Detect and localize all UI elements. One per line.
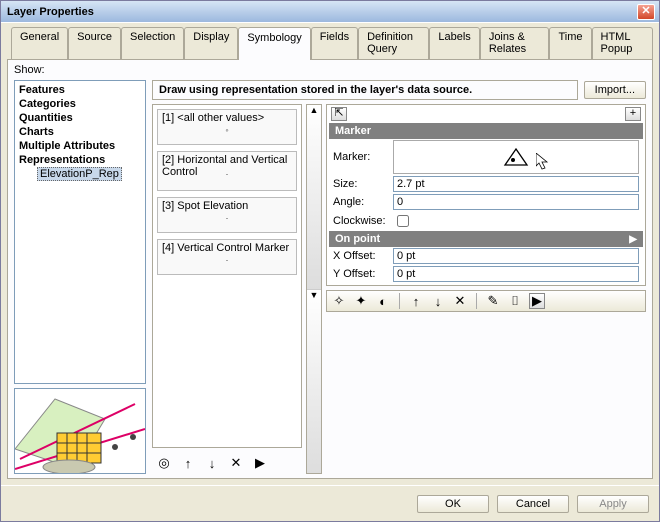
move-up-icon[interactable]: ↑ <box>180 455 196 471</box>
tree-node-categories[interactable]: Categories <box>19 97 141 111</box>
rule-symbol-icon: ◦ <box>225 125 228 135</box>
marker-triangle-icon <box>501 145 531 169</box>
size-label: Size: <box>333 178 391 190</box>
show-label: Show: <box>14 64 646 76</box>
rule-item[interactable]: [4] Vertical Control Marker · <box>157 239 297 275</box>
tree-node-multiple-attributes[interactable]: Multiple Attributes <box>19 139 141 153</box>
play-icon[interactable]: ▶ <box>252 455 268 471</box>
tree-node-charts[interactable]: Charts <box>19 125 141 139</box>
marker-row: Marker: <box>329 139 643 175</box>
onpoint-section-header[interactable]: On point ▶ <box>329 231 643 247</box>
delete-icon[interactable]: ✕ <box>228 455 244 471</box>
rule-item[interactable]: [2] Horizontal and Vertical Control · <box>157 151 297 191</box>
rule-label: [4] Vertical Control Marker <box>162 242 289 254</box>
rule-symbol-icon: · <box>226 213 229 223</box>
rule-list[interactable]: [1] <all other values> ◦ [2] Horizontal … <box>152 104 302 448</box>
x-offset-label: X Offset: <box>333 250 391 262</box>
rule-toolbar: ◎ ↑ ↓ ✕ ▶ <box>152 452 302 474</box>
tab-labels[interactable]: Labels <box>429 27 479 59</box>
rule-label: [1] <all other values> <box>162 112 264 124</box>
tab-selection[interactable]: Selection <box>121 27 184 59</box>
size-input[interactable] <box>393 176 639 192</box>
scroll-up-icon[interactable]: ▲ <box>307 105 321 290</box>
delete-icon[interactable]: ✕ <box>452 293 468 309</box>
y-offset-input[interactable] <box>393 266 639 282</box>
apply-button[interactable]: Apply <box>577 495 649 513</box>
pin-icon[interactable]: ⇱ <box>331 107 347 121</box>
tab-fields[interactable]: Fields <box>311 27 358 59</box>
clockwise-checkbox[interactable] <box>397 215 409 227</box>
description-text: Draw using representation stored in the … <box>152 80 578 100</box>
marker-preview[interactable] <box>393 140 639 174</box>
scroll-down-icon[interactable]: ▼ <box>307 290 321 474</box>
tab-definition-query[interactable]: Definition Query <box>358 27 429 59</box>
cancel-button[interactable]: Cancel <box>497 495 569 513</box>
marker-section-header[interactable]: Marker <box>329 123 643 139</box>
rule-label: [3] Spot Elevation <box>162 200 248 212</box>
move-down-icon[interactable]: ↓ <box>204 455 220 471</box>
add-stroke-icon[interactable]: ✦ <box>353 293 369 309</box>
tab-html-popup[interactable]: HTML Popup <box>592 27 654 59</box>
rule-item[interactable]: [3] Spot Elevation · <box>157 197 297 233</box>
dialog-footer: OK Cancel Apply <box>1 485 659 521</box>
rule-scroll[interactable]: ▲ ▼ <box>306 104 322 474</box>
tab-joins-relates[interactable]: Joins & Relates <box>480 27 550 59</box>
move-down-icon[interactable]: ↓ <box>430 293 446 309</box>
target-icon[interactable]: ◎ <box>156 455 172 471</box>
add-layer-icon[interactable]: + <box>625 107 641 121</box>
move-up-icon[interactable]: ↑ <box>408 293 424 309</box>
rule-item[interactable]: [1] <all other values> ◦ <box>157 109 297 145</box>
play-icon[interactable]: ▶ <box>529 293 545 309</box>
tree-node-quantities[interactable]: Quantities <box>19 111 141 125</box>
marker-header-label: Marker <box>335 125 371 137</box>
rule-symbol-icon: · <box>226 169 229 179</box>
show-tree[interactable]: Features Categories Quantities Charts Mu… <box>14 80 146 384</box>
preview-illustration-icon <box>15 389 146 474</box>
layer-symbol-toolbar: ✧ ✦ ◐ ↑ ↓ ✕ ✎ ⌷ ▶ <box>326 290 646 312</box>
tab-time[interactable]: Time <box>549 27 591 59</box>
clockwise-label: Clockwise: <box>333 215 391 227</box>
onpoint-header-label: On point <box>335 233 380 245</box>
tab-bar: General Source Selection Display Symbolo… <box>11 27 653 59</box>
cylinder-icon[interactable]: ⌷ <box>507 293 523 309</box>
property-panel: ⇱ + Marker Marker: <box>326 104 646 286</box>
tree-node-features[interactable]: Features <box>19 83 141 97</box>
x-offset-input[interactable] <box>393 248 639 264</box>
rule-symbol-icon: · <box>226 255 229 265</box>
tab-source[interactable]: Source <box>68 27 121 59</box>
tab-general[interactable]: General <box>11 27 68 59</box>
tab-symbology[interactable]: Symbology <box>238 27 310 60</box>
add-symbol-icon[interactable]: ✧ <box>331 293 347 309</box>
marker-label: Marker: <box>333 151 391 163</box>
window-title: Layer Properties <box>7 6 94 18</box>
titlebar: Layer Properties ✕ <box>1 1 659 23</box>
import-button[interactable]: Import... <box>584 81 646 99</box>
tree-node-representations[interactable]: Representations <box>19 153 141 167</box>
angle-label: Angle: <box>333 196 391 208</box>
close-button[interactable]: ✕ <box>637 4 655 20</box>
angle-input[interactable] <box>393 194 639 210</box>
ok-button[interactable]: OK <box>417 495 489 513</box>
layer-preview <box>14 388 146 474</box>
cursor-icon <box>536 153 550 171</box>
tree-child-elevationp-rep[interactable]: ElevationP_Rep <box>37 167 122 181</box>
pencil-icon[interactable]: ✎ <box>485 293 501 309</box>
chevron-right-icon[interactable]: ▶ <box>629 234 637 245</box>
tab-panel: Show: Features Categories Quantities Cha… <box>7 59 653 479</box>
y-offset-label: Y Offset: <box>333 268 391 280</box>
tab-display[interactable]: Display <box>184 27 238 59</box>
add-fill-icon[interactable]: ◐ <box>375 293 391 309</box>
